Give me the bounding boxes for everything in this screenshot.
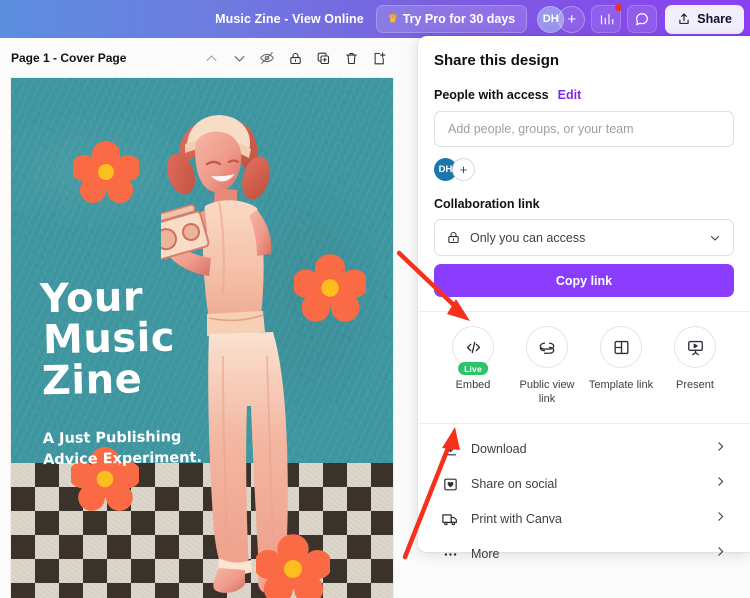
subtitle-line-2: Advice Experiment. — [43, 449, 203, 469]
present-icon-circle — [674, 326, 716, 368]
ellipsis-icon — [441, 546, 459, 563]
presentation-screen-icon — [687, 340, 703, 355]
flower-decoration — [256, 533, 330, 598]
lock-page-button[interactable] — [282, 45, 308, 71]
artwork-headline: Your Music Zine — [40, 274, 177, 404]
quick-action-label: Template link — [588, 379, 654, 391]
add-collaborator-button[interactable]: + — [558, 5, 586, 33]
add-page-button[interactable] — [366, 45, 392, 71]
download-icon — [441, 441, 459, 458]
bar-chart-icon — [600, 13, 614, 24]
share-button[interactable]: Share — [665, 4, 744, 34]
menu-item-label: Share on social — [471, 477, 558, 491]
headline-line-3: Zine — [41, 355, 143, 404]
share-upload-icon — [679, 13, 689, 24]
chevron-right-icon — [714, 545, 727, 563]
menu-item-label: More — [471, 547, 500, 561]
menu-item-label: Print with Canva — [471, 512, 563, 526]
edit-access-link[interactable]: Edit — [558, 88, 582, 102]
template-panels-icon — [613, 340, 629, 354]
lock-icon — [289, 52, 301, 64]
flower-decoration — [294, 253, 366, 323]
people-with-access-header: People with access Edit — [434, 88, 734, 102]
quick-action-label: Present — [676, 379, 714, 391]
chevron-down-icon — [234, 55, 244, 62]
duplicate-page-button[interactable] — [310, 45, 336, 71]
quick-action-embed[interactable]: Live Embed — [438, 326, 508, 407]
try-pro-label: Try Pro for 30 days — [402, 12, 516, 26]
share-button-label: Share — [697, 12, 732, 26]
copy-link-label: Copy link — [555, 273, 613, 288]
chevron-right-icon — [714, 440, 727, 458]
try-pro-button[interactable]: ♛ Try Pro for 30 days — [375, 5, 528, 33]
document-title: Music Zine - View Online — [215, 12, 364, 26]
embed-icon-circle: Live — [452, 326, 494, 375]
hide-page-icon — [260, 52, 274, 64]
lock-icon — [448, 231, 459, 244]
comments-button[interactable] — [627, 5, 658, 33]
panel-avatar-group: DH + — [434, 158, 734, 181]
move-page-up-button[interactable] — [198, 45, 224, 71]
share-panel-title: Share this design — [434, 52, 560, 69]
subtitle-line-1: A Just Publishing — [42, 429, 182, 448]
access-level-select[interactable]: Only you can access — [434, 219, 734, 256]
canva-editor-window: Music Zine - View Online ♛ Try Pro for 3… — [0, 0, 750, 598]
app-header: Music Zine - View Online ♛ Try Pro for 3… — [0, 0, 750, 38]
add-person-button[interactable]: + — [452, 158, 475, 181]
public-view-link-icon-circle — [526, 326, 568, 368]
share-panel: Share this design People with access Edi… — [418, 36, 750, 561]
share-menu-list: Download Share on social Print with Canv… — [434, 424, 734, 572]
chevron-down-icon — [710, 235, 720, 241]
menu-item-label: Download — [471, 442, 527, 456]
insights-button[interactable] — [591, 4, 623, 33]
menu-item-share-on-social[interactable]: Share on social — [434, 467, 734, 502]
comment-bubble-icon — [636, 13, 649, 26]
menu-item-print-with-canva[interactable]: Print with Canva — [434, 502, 734, 537]
flower-decoration — [73, 140, 139, 204]
template-link-icon-circle — [600, 326, 642, 368]
person-photo — [161, 115, 290, 594]
quick-action-label: Embed — [455, 379, 491, 391]
hide-page-button[interactable] — [254, 45, 280, 71]
quick-action-public-view-link[interactable]: Public view link — [512, 326, 582, 407]
live-badge: Live — [458, 362, 488, 375]
quick-action-label: Public view link — [519, 379, 575, 405]
social-heart-icon — [441, 476, 459, 493]
avatar-group: DH + — [537, 5, 586, 33]
add-people-input[interactable]: Add people, groups, or your team — [434, 111, 734, 147]
menu-item-more[interactable]: More — [434, 537, 734, 572]
copy-link-button[interactable]: Copy link — [434, 264, 734, 297]
quick-actions-row: Live Embed Public view link Template lin… — [434, 312, 734, 407]
page-title: Page 1 - Cover Page — [11, 51, 127, 65]
menu-item-download[interactable]: Download — [434, 432, 734, 467]
delete-page-button[interactable] — [338, 45, 364, 71]
quick-action-present[interactable]: Present — [660, 326, 730, 407]
crown-icon: ♛ — [387, 12, 398, 25]
headline-line-2: Music — [42, 314, 176, 364]
delivery-truck-icon — [441, 510, 459, 528]
chevron-up-icon — [206, 54, 216, 61]
collaboration-link-label: Collaboration link — [434, 197, 540, 211]
page-toolbar: Page 1 - Cover Page — [0, 38, 400, 78]
quick-action-template-link[interactable]: Template link — [586, 326, 656, 407]
notification-dot — [615, 4, 623, 11]
chevron-right-icon — [714, 475, 727, 493]
chevron-right-icon — [714, 510, 727, 528]
link-chain-icon — [539, 342, 555, 354]
people-with-access-label: People with access — [434, 88, 549, 102]
page-toolbar-actions — [198, 45, 400, 71]
design-canvas[interactable]: Your Music Zine A Just Publishing Advice… — [11, 78, 393, 598]
move-page-down-button[interactable] — [226, 45, 252, 71]
trash-icon — [345, 52, 357, 64]
add-page-icon — [374, 51, 385, 64]
add-people-placeholder: Add people, groups, or your team — [448, 122, 634, 136]
duplicate-page-icon — [317, 52, 329, 64]
artwork-subtitle: A Just Publishing Advice Experiment. — [43, 427, 202, 471]
code-brackets-icon — [466, 341, 480, 353]
access-level-value: Only you can access — [470, 230, 586, 245]
